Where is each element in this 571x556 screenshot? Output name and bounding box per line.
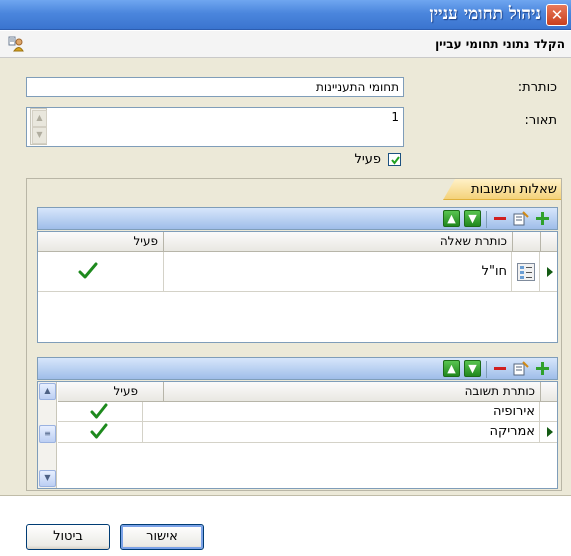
title-label: כותרת: xyxy=(517,80,557,95)
questions-grid: כותרת שאלה פעיל חו"ל xyxy=(37,231,558,343)
active-checkbox[interactable] xyxy=(388,153,401,166)
table-row[interactable]: אירופיה xyxy=(58,402,557,422)
list-item-icon xyxy=(517,263,535,284)
form-header-caption: הקלד נתוני תחומי עביין xyxy=(435,37,565,51)
table-row[interactable]: חו"ל xyxy=(38,252,557,292)
active-check-icon xyxy=(78,262,98,283)
scroll-down-icon[interactable]: ▼ xyxy=(32,127,47,144)
answers-scrollbar[interactable]: ▲ ≡ ▼ xyxy=(38,382,57,488)
move-down-icon[interactable]: ▼ xyxy=(464,210,481,227)
move-up-icon[interactable]: ▲ xyxy=(443,210,460,227)
window-title: ניהול תחומי עניין xyxy=(429,4,541,24)
form-header: הקלד נתוני תחומי עביין xyxy=(0,31,571,58)
add-icon[interactable] xyxy=(534,210,551,227)
active-check-icon xyxy=(90,403,108,423)
description-label: תאור: xyxy=(524,113,558,128)
description-field[interactable]: 1 xyxy=(26,107,404,147)
answer-title-cell: אמריקה xyxy=(489,424,535,439)
question-title-cell: חו"ל xyxy=(481,264,507,279)
description-scrollbar[interactable]: ▲ ▼ xyxy=(30,108,47,145)
scroll-up-icon[interactable]: ▲ xyxy=(39,383,56,400)
close-icon[interactable]: ✕ xyxy=(546,4,568,26)
title-field[interactable]: תחומי התעניינות xyxy=(26,77,404,97)
column-active[interactable]: פעיל xyxy=(38,232,163,251)
add-icon[interactable] xyxy=(534,360,551,377)
table-row[interactable]: אמריקה xyxy=(58,422,557,443)
questions-toolbar: ▼ ▲ xyxy=(37,207,558,230)
row-selector-icon xyxy=(547,427,553,437)
active-check-icon xyxy=(90,423,108,443)
row-selector-icon xyxy=(547,267,553,277)
answers-toolbar: ▼ ▲ xyxy=(37,357,558,380)
move-down-icon[interactable]: ▼ xyxy=(464,360,481,377)
questions-grid-header: כותרת שאלה פעיל xyxy=(38,232,557,252)
properties-icon[interactable] xyxy=(513,360,530,377)
answers-grid-header: כותרת תשובה פעיל xyxy=(58,382,557,402)
remove-icon[interactable] xyxy=(492,360,509,377)
cancel-button[interactable]: ביטול xyxy=(26,524,110,550)
window-titlebar[interactable]: ניהול תחומי עניין ✕ xyxy=(0,0,571,30)
properties-icon[interactable] xyxy=(513,210,530,227)
scroll-up-icon[interactable]: ▲ xyxy=(32,110,47,127)
user-properties-icon xyxy=(8,36,24,52)
column-active[interactable]: פעיל xyxy=(58,382,143,401)
ok-button[interactable]: אישור xyxy=(120,524,204,550)
group-tab: שאלות ותשובות xyxy=(443,179,561,200)
answers-grid: כותרת תשובה פעיל אירופיה אמריקה ▲ ≡ ▼ xyxy=(37,381,558,489)
scroll-down-icon[interactable]: ▼ xyxy=(39,470,56,487)
active-label: פעיל xyxy=(354,152,381,167)
column-answer-title[interactable]: כותרת תשובה xyxy=(163,382,540,401)
scroll-thumb[interactable]: ≡ xyxy=(39,425,56,443)
group-caption: שאלות ותשובות xyxy=(471,182,557,197)
move-up-icon[interactable]: ▲ xyxy=(443,360,460,377)
remove-icon[interactable] xyxy=(492,210,509,227)
column-question-title[interactable]: כותרת שאלה xyxy=(163,232,512,251)
answer-title-cell: אירופיה xyxy=(493,404,535,419)
